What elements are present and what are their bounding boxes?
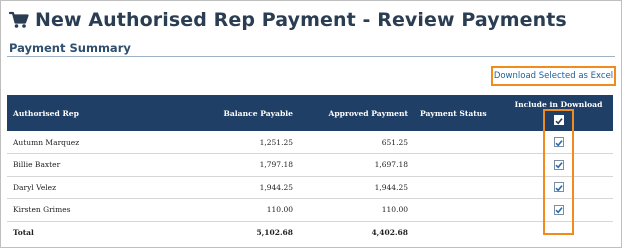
cell-payment-status (414, 198, 504, 222)
table-total-row: Total 5,102.68 4,402.68 (7, 221, 613, 244)
cell-include (504, 153, 613, 177)
total-balance-payable: 5,102.68 (256, 228, 293, 237)
cell-include (504, 198, 613, 222)
include-checkbox[interactable] (553, 159, 564, 170)
table-row: Kirsten Grimes 110.00 110.00 (7, 198, 613, 222)
cell-payment-status (414, 176, 504, 199)
column-header-include-label: Include in Download (514, 100, 603, 109)
cell-approved-payment: 1,944.25 (299, 176, 414, 199)
cell-balance-payable: 1,944.25 (187, 176, 299, 199)
column-header-payment-status[interactable]: Payment Status (414, 95, 504, 131)
table-header-row: Authorised Rep Balance Payable Approved … (7, 95, 613, 131)
cell-include (504, 176, 613, 199)
cell-authorised-rep: Autumn Marquez (7, 131, 187, 154)
download-selected-excel-button[interactable]: Download Selected as Excel (491, 66, 616, 86)
include-checkbox[interactable] (553, 204, 564, 215)
section-divider (7, 56, 615, 57)
cell-balance-payable: 1,797.18 (187, 153, 299, 177)
total-payment-status (414, 221, 504, 244)
cell-payment-status (414, 153, 504, 177)
table-row: Autumn Marquez 1,251.25 651.25 (7, 131, 613, 154)
table-row: Billie Baxter 1,797.18 1,697.18 (7, 153, 613, 177)
cell-payment-status (414, 131, 504, 154)
cell-authorised-rep: Kirsten Grimes (7, 198, 187, 222)
checkmark-icon (555, 162, 563, 169)
table-row: Daryl Velez 1,944.25 1,944.25 (7, 176, 613, 199)
cell-authorised-rep: Daryl Velez (7, 176, 187, 199)
cell-approved-payment: 110.00 (299, 198, 414, 222)
payment-summary-table: Authorised Rep Balance Payable Approved … (7, 95, 613, 244)
select-all-checkbox[interactable] (553, 115, 564, 125)
column-header-authorised-rep[interactable]: Authorised Rep (7, 95, 187, 131)
total-include (504, 221, 613, 244)
cell-balance-payable: 1,251.25 (187, 131, 299, 154)
column-header-approved-payment[interactable]: Approved Payment (299, 95, 414, 131)
include-checkbox[interactable] (553, 137, 564, 147)
shopping-cart-icon (9, 11, 29, 28)
cell-approved-payment: 1,697.18 (299, 153, 414, 177)
checkmark-icon (555, 117, 563, 124)
checkmark-icon (555, 139, 563, 146)
section-title: Payment Summary (9, 41, 131, 55)
column-header-balance-payable[interactable]: Balance Payable (187, 95, 299, 131)
total-approved-payment: 4,402.68 (371, 228, 408, 237)
page-frame: New Authorised Rep Payment - Review Paym… (0, 0, 622, 248)
page-title: New Authorised Rep Payment - Review Paym… (9, 7, 567, 33)
checkmark-icon (555, 184, 563, 192)
cell-include (504, 131, 613, 154)
column-header-include-in-download: Include in Download (504, 95, 613, 131)
include-checkbox[interactable] (553, 182, 564, 193)
page-title-text: New Authorised Rep Payment - Review Paym… (35, 9, 567, 31)
cell-approved-payment: 651.25 (299, 131, 414, 154)
cell-authorised-rep: Billie Baxter (7, 153, 187, 177)
checkmark-icon (555, 207, 563, 214)
cell-balance-payable: 110.00 (187, 198, 299, 222)
total-label: Total (13, 228, 34, 237)
